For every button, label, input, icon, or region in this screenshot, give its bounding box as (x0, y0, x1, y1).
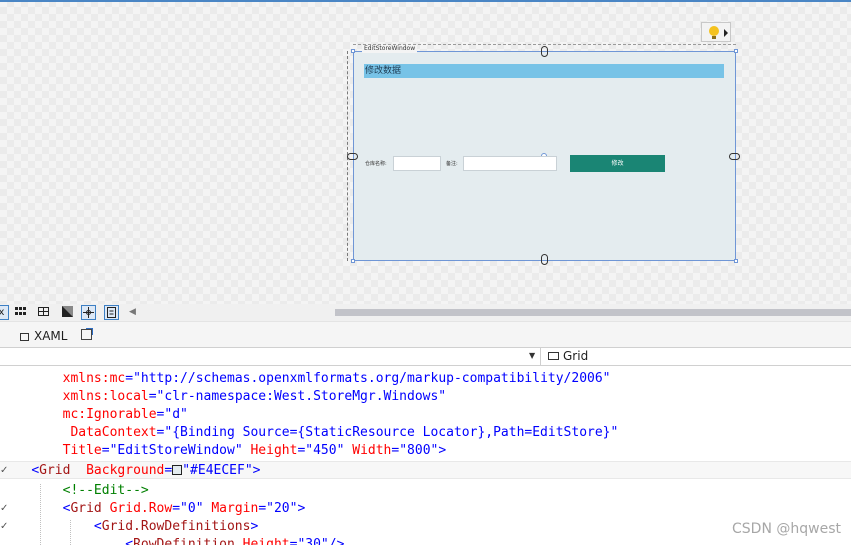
color-swatch[interactable] (172, 465, 183, 475)
modify-button[interactable]: 修改 (570, 155, 665, 172)
navigation-bar (0, 347, 851, 366)
snap-grid-icon[interactable] (36, 305, 51, 320)
scope-dropdown-arrow-icon[interactable]: ▼ (529, 351, 535, 360)
anchor-right-icon[interactable] (729, 153, 740, 160)
design-window-title: EditStoreWindow (362, 45, 418, 53)
nav-separator (540, 348, 541, 365)
remark-label: 备注: (446, 161, 458, 167)
anchor-bottom-icon[interactable] (541, 254, 548, 265)
scroll-left-icon[interactable]: ◀ (125, 305, 140, 320)
resize-handle-br[interactable] (734, 259, 738, 263)
element-selector-label: Grid (563, 349, 589, 363)
remark-input[interactable] (463, 156, 557, 171)
dropdown-arrow-icon (724, 29, 728, 37)
collapse-chevron-icon[interactable]: ✓ (0, 500, 8, 518)
watermark-text: CSDN @hqwest (732, 521, 841, 537)
popout-icon[interactable] (81, 328, 93, 340)
code-line[interactable]: <RowDefinition Height="30"/> (0, 536, 851, 545)
element-selector[interactable]: Grid (548, 347, 588, 365)
collapse-chevron-icon[interactable]: ✓ (0, 518, 8, 536)
code-line-current[interactable]: ✓ <Grid Background= "#E4ECEF"> (0, 461, 851, 479)
store-name-label: 仓库名称: (365, 161, 387, 167)
top-accent-line (0, 0, 851, 2)
code-line[interactable]: <!--Edit--> (0, 482, 851, 500)
code-line[interactable]: ✓ <Grid.RowDefinitions> (0, 518, 851, 536)
anchor-left-icon[interactable] (347, 153, 358, 160)
grid-large-icon[interactable] (13, 305, 28, 320)
tab-xaml[interactable]: XAML (20, 326, 67, 346)
lightbulb-icon (709, 26, 719, 36)
resize-handle-bl[interactable] (351, 259, 355, 263)
code-line[interactable]: xmlns:mc="http://schemas.openxmlformats.… (0, 370, 851, 388)
xaml-code-editor[interactable]: xmlns:mc="http://schemas.openxmlformats.… (0, 366, 851, 545)
code-line[interactable]: DataContext="{Binding Source={StaticReso… (0, 424, 851, 442)
resize-handle-tr[interactable] (734, 49, 738, 53)
resize-handle-tl[interactable] (351, 49, 355, 53)
code-line[interactable]: xmlns:local="clr-namespace:West.StoreMgr… (0, 388, 851, 406)
collapse-chevron-icon[interactable]: ✓ (0, 462, 8, 480)
heading-text: 修改数据 (365, 66, 402, 76)
zoom-fit-button[interactable]: x (0, 305, 9, 320)
anchor-top-icon[interactable] (541, 46, 548, 57)
editor-tab-bar (0, 321, 851, 348)
tab-xaml-label: XAML (34, 329, 68, 343)
checkerboard-icon[interactable] (60, 305, 75, 320)
code-line[interactable]: ✓ <Grid Grid.Row="0" Margin="20"> (0, 500, 851, 518)
xaml-icon (20, 333, 29, 341)
code-line[interactable]: mc:Ignorable="d" (0, 406, 851, 424)
snap-lines-icon[interactable] (81, 305, 96, 320)
heading-bar (364, 64, 724, 78)
store-name-input[interactable] (393, 156, 441, 171)
annotation-icon[interactable] (104, 305, 119, 320)
quick-actions-button[interactable] (701, 22, 731, 42)
code-line[interactable]: Title="EditStoreWindow" Height="450" Wid… (0, 442, 851, 460)
designer-horizontal-scrollbar[interactable] (335, 309, 851, 316)
grid-element-icon (548, 352, 559, 360)
